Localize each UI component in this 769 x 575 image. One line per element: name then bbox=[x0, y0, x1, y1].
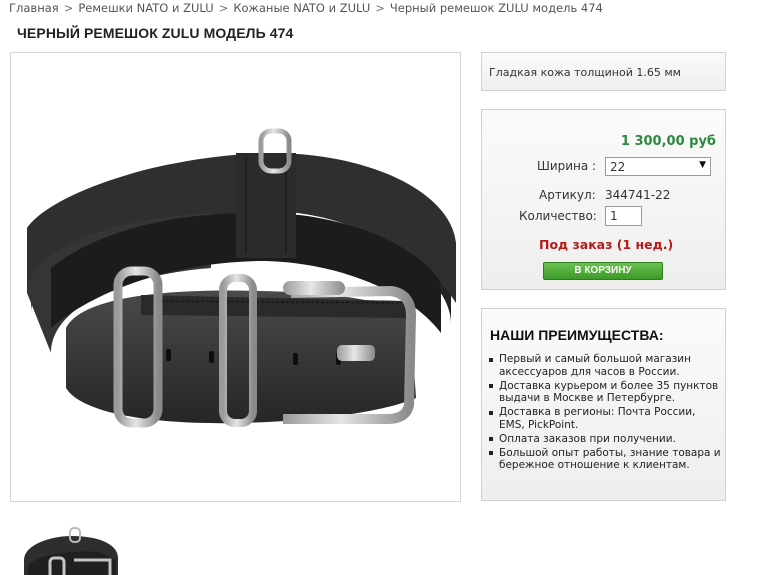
advantages-list: Первый и самый большой магазин аксессуар… bbox=[489, 353, 721, 473]
article-value: 344741-22 bbox=[605, 188, 671, 202]
list-item: Первый и самый большой магазин аксессуар… bbox=[489, 353, 721, 379]
list-item: Оплата заказов при получении. bbox=[489, 433, 721, 446]
product-image[interactable] bbox=[10, 52, 461, 502]
order-box: 1 300,00 руб Ширина : 22 ▼ Артикул: 3447… bbox=[481, 109, 726, 290]
breadcrumb-current: Черный ремешок ZULU модель 474 bbox=[389, 1, 603, 15]
watch-strap-illustration bbox=[27, 128, 456, 428]
product-thumbnail[interactable] bbox=[10, 520, 128, 575]
triangle-down-icon: ▼ bbox=[699, 160, 706, 170]
product-description: Гладкая кожа толщиной 1.65 мм bbox=[489, 66, 681, 79]
description-box: Гладкая кожа толщиной 1.65 мм bbox=[481, 52, 726, 91]
list-item: Доставка в регионы: Почта России, EMS, P… bbox=[489, 406, 721, 432]
list-item: Доставка курьером и более 35 пунктов выд… bbox=[489, 380, 721, 406]
availability-status: Под заказ (1 нед.) bbox=[539, 237, 674, 252]
watch-strap-thumbnail-illustration bbox=[24, 527, 118, 575]
breadcrumb-separator: > bbox=[218, 1, 229, 15]
product-price: 1 300,00 руб bbox=[620, 134, 716, 149]
page-title: ЧЕРНЫЙ РЕМЕШОК ZULU МОДЕЛЬ 474 bbox=[17, 25, 294, 41]
quantity-label: Количество: bbox=[519, 209, 597, 223]
width-select-value: 22 bbox=[610, 160, 626, 174]
width-label: Ширина : bbox=[537, 159, 597, 173]
width-select[interactable]: 22 ▼ bbox=[605, 157, 711, 176]
quantity-input[interactable]: 1 bbox=[605, 206, 642, 226]
breadcrumb-link-leather-nato-zulu[interactable]: Кожаные NATO и ZULU bbox=[233, 1, 370, 15]
breadcrumb-separator: > bbox=[375, 1, 385, 15]
advantages-title: НАШИ ПРЕИМУЩЕСТВА: bbox=[490, 327, 664, 343]
add-to-cart-button[interactable]: В КОРЗИНУ bbox=[543, 262, 663, 280]
breadcrumb-link-home[interactable]: Главная bbox=[9, 1, 59, 15]
list-item: Большой опыт работы, знание товара и бер… bbox=[489, 446, 721, 472]
advantages-box: НАШИ ПРЕИМУЩЕСТВА: Первый и самый большо… bbox=[481, 308, 726, 501]
breadcrumb: Главная > Ремешки NATO и ZULU > Кожаные NATO… bbox=[9, 1, 603, 15]
article-label: Артикул: bbox=[539, 188, 596, 202]
breadcrumb-separator: > bbox=[63, 1, 74, 15]
breadcrumb-link-nato-zulu[interactable]: Ремешки NATO и ZULU bbox=[78, 1, 213, 15]
